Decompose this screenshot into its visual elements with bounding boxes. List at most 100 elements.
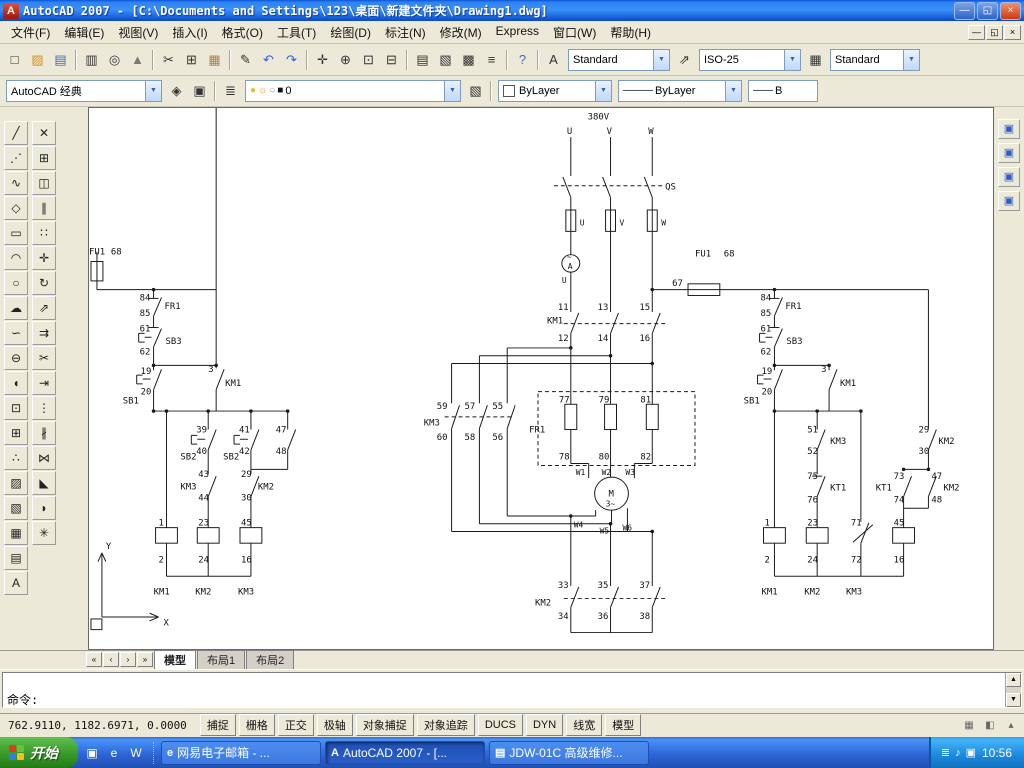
fillet-icon[interactable]: ◗ xyxy=(32,496,56,520)
plot-icon[interactable]: ▥ xyxy=(80,49,103,71)
toggle-snap[interactable]: 捕捉 xyxy=(200,714,236,736)
task-autocad[interactable]: AAutoCAD 2007 - [... xyxy=(325,741,485,765)
menu-tools[interactable]: 工具(T) xyxy=(270,22,323,43)
minimize-button[interactable]: — xyxy=(954,2,975,20)
table-style-icon[interactable]: ▦ xyxy=(804,49,827,71)
table-icon[interactable]: ▤ xyxy=(4,546,28,570)
workspace-settings-icon[interactable]: ◈ xyxy=(165,80,188,102)
move-icon[interactable]: ✛ xyxy=(32,246,56,270)
cut-icon[interactable]: ✂ xyxy=(157,49,180,71)
scroll-down-icon[interactable]: ▼ xyxy=(1006,693,1021,707)
menu-insert[interactable]: 插入(I) xyxy=(165,22,214,43)
tray-ime-icon[interactable]: ≣ xyxy=(941,746,950,759)
menu-help[interactable]: 帮助(H) xyxy=(603,22,658,43)
tab-first-icon[interactable]: « xyxy=(86,652,102,667)
scale-icon[interactable]: ⇗ xyxy=(32,296,56,320)
color-combo[interactable]: ByLayer ▼ xyxy=(498,80,612,102)
pan-icon[interactable]: ✛ xyxy=(311,49,334,71)
rectangle-icon[interactable]: ▭ xyxy=(4,221,28,245)
start-button[interactable]: 开始 xyxy=(0,737,78,768)
trim-icon[interactable]: ✂ xyxy=(32,346,56,370)
mdi-minimize-button[interactable]: — xyxy=(968,25,985,40)
lineweight-combo[interactable]: —— B xyxy=(748,80,818,102)
chamfer-icon[interactable]: ◣ xyxy=(32,471,56,495)
toggle-grid[interactable]: 栅格 xyxy=(239,714,275,736)
word-icon[interactable]: W xyxy=(126,743,146,763)
construction-line-icon[interactable]: ⋰ xyxy=(4,146,28,170)
match-properties-icon[interactable]: ✎ xyxy=(234,49,257,71)
internet-explorer-icon[interactable]: e xyxy=(104,743,124,763)
toggle-lwt[interactable]: 线宽 xyxy=(566,714,602,736)
save-icon[interactable]: ▤ xyxy=(49,49,72,71)
spline-icon[interactable]: ∽ xyxy=(4,321,28,345)
help-icon[interactable]: ? xyxy=(511,49,534,71)
line-icon[interactable]: ╱ xyxy=(4,121,28,145)
dim-style-icon[interactable]: ⇗ xyxy=(673,49,696,71)
polyline-icon[interactable]: ∿ xyxy=(4,171,28,195)
drawing-canvas[interactable]: 380VUVWQSUVW~AU111315KM112141667FU168595… xyxy=(88,107,994,650)
tab-layout1[interactable]: 布局1 xyxy=(197,650,245,670)
erase-icon[interactable]: ✕ xyxy=(32,121,56,145)
task-jdw[interactable]: ▤JDW-01C 高级维修... xyxy=(489,741,649,765)
publish-icon[interactable]: ▲ xyxy=(126,49,149,71)
menu-draw[interactable]: 绘图(D) xyxy=(323,22,378,43)
rotate-icon[interactable]: ↻ xyxy=(32,271,56,295)
text-style-icon[interactable]: A xyxy=(542,49,565,71)
workspace-combo[interactable]: AutoCAD 经典 ▼ xyxy=(6,80,162,102)
task-mail[interactable]: e网易电子邮箱 - ... xyxy=(161,741,321,765)
scroll-up-icon[interactable]: ▲ xyxy=(1006,673,1021,687)
status-menu-icon[interactable]: ▴ xyxy=(1002,717,1020,734)
zoom-realtime-icon[interactable]: ⊕ xyxy=(334,49,357,71)
insert-block-icon[interactable]: ⊡ xyxy=(4,396,28,420)
redo-icon[interactable]: ↷ xyxy=(280,49,303,71)
break-at-point-icon[interactable]: ⋮ xyxy=(32,396,56,420)
array-icon[interactable]: ∷ xyxy=(32,221,56,245)
menu-file[interactable]: 文件(F) xyxy=(4,22,57,43)
revision-cloud-icon[interactable]: ☁ xyxy=(4,296,28,320)
table-style-combo[interactable]: Standard▼ xyxy=(830,49,920,71)
zoom-previous-icon[interactable]: ⊟ xyxy=(380,49,403,71)
named-views-icon[interactable]: ▣ xyxy=(998,119,1020,139)
ellipse-icon[interactable]: ⊖ xyxy=(4,346,28,370)
annotation-icon[interactable]: ▦ xyxy=(960,717,978,734)
designcenter-icon[interactable]: ▧ xyxy=(434,49,457,71)
layer-combo[interactable]: ●☼○■ 0 ▼ xyxy=(245,80,461,102)
toggle-ducs[interactable]: DUCS xyxy=(478,714,523,736)
layer-properties-icon[interactable]: ≣ xyxy=(219,80,242,102)
mirror-icon[interactable]: ◫ xyxy=(32,171,56,195)
circle-icon[interactable]: ○ xyxy=(4,271,28,295)
offset-icon[interactable]: ∥ xyxy=(32,196,56,220)
mdi-close-button[interactable]: × xyxy=(1004,25,1021,40)
extend-icon[interactable]: ⇥ xyxy=(32,371,56,395)
dim-style-combo[interactable]: ISO-25▼ xyxy=(699,49,801,71)
join-icon[interactable]: ⋈ xyxy=(32,446,56,470)
show-desktop-icon[interactable]: ▣ xyxy=(82,743,102,763)
ellipse-arc-icon[interactable]: ◖ xyxy=(4,371,28,395)
close-button[interactable]: × xyxy=(1000,2,1021,20)
make-layer-current-icon[interactable]: ▧ xyxy=(464,80,487,102)
visual-styles-icon[interactable]: ▣ xyxy=(998,167,1020,187)
tab-prev-icon[interactable]: ‹ xyxy=(103,652,119,667)
save-workspace-icon[interactable]: ▣ xyxy=(188,80,211,102)
hatch-icon[interactable]: ▨ xyxy=(4,471,28,495)
toolbar-lock-icon[interactable]: ◧ xyxy=(981,717,999,734)
toggle-polar[interactable]: 极轴 xyxy=(317,714,353,736)
linetype-combo[interactable]: ——— ByLayer ▼ xyxy=(618,80,742,102)
zoom-window-icon[interactable]: ⊡ xyxy=(357,49,380,71)
explode-icon[interactable]: ✳ xyxy=(32,521,56,545)
point-icon[interactable]: ∴ xyxy=(4,446,28,470)
gradient-icon[interactable]: ▧ xyxy=(4,496,28,520)
tray-volume-icon[interactable]: ♪ xyxy=(955,746,961,759)
plot-preview-icon[interactable]: ◎ xyxy=(103,49,126,71)
mdi-restore-button[interactable]: ◱ xyxy=(986,25,1003,40)
toggle-model[interactable]: 模型 xyxy=(605,714,641,736)
toggle-osnap[interactable]: 对象捕捉 xyxy=(356,714,414,736)
menu-edit[interactable]: 编辑(E) xyxy=(57,22,111,43)
command-scrollbar[interactable]: ▲ ▼ xyxy=(1005,673,1021,707)
menu-express[interactable]: Express xyxy=(489,22,546,43)
multiline-text-icon[interactable]: A xyxy=(4,571,28,595)
orbit-icon[interactable]: ▣ xyxy=(998,191,1020,211)
properties-icon[interactable]: ▤ xyxy=(411,49,434,71)
break-icon[interactable]: ∦ xyxy=(32,421,56,445)
toggle-otrack[interactable]: 对象追踪 xyxy=(417,714,475,736)
